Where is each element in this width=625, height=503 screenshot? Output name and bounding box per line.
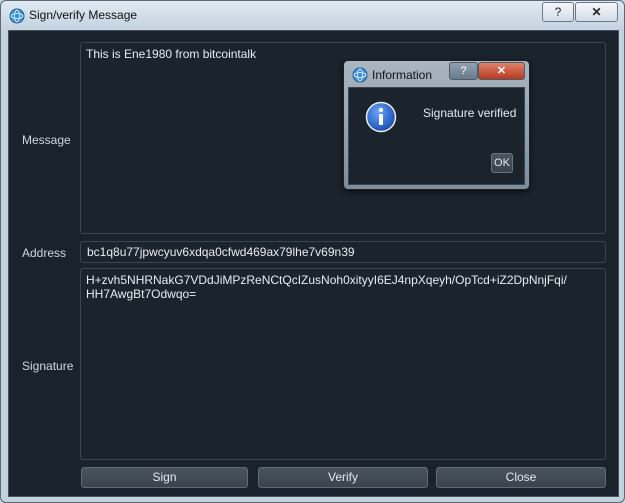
info-icon bbox=[365, 101, 397, 133]
address-field[interactable]: bc1q8u77jpwcyuv6xdqa0cfwd469ax79lhe7v69n… bbox=[80, 241, 606, 263]
sign-verify-window: Sign/verify Message ? ✕ Message This is … bbox=[0, 0, 625, 503]
help-button[interactable]: ? bbox=[542, 2, 574, 22]
dialog-close-button[interactable]: ✕ bbox=[478, 62, 525, 80]
window-title: Sign/verify Message bbox=[29, 8, 138, 22]
address-label: Address bbox=[22, 246, 67, 260]
dialog-body: Signature verified OK bbox=[348, 87, 525, 185]
app-logo-icon bbox=[9, 8, 25, 24]
close-button[interactable]: Close bbox=[436, 467, 606, 488]
title-bar[interactable]: Sign/verify Message ? ✕ bbox=[1, 1, 624, 29]
sign-button[interactable]: Sign bbox=[81, 467, 248, 488]
ok-button[interactable]: OK bbox=[491, 153, 513, 173]
window-close-button[interactable]: ✕ bbox=[575, 2, 618, 22]
message-label: Message bbox=[22, 133, 71, 147]
dialog-message: Signature verified bbox=[423, 106, 517, 120]
signature-field[interactable]: H+zvh5NHRNakG7VDdJiMPzReNCtQcIZusNoh0xit… bbox=[80, 268, 606, 460]
dialog-help-button[interactable]: ? bbox=[449, 62, 478, 80]
dialog-title: Information bbox=[372, 68, 433, 82]
signature-label: Signature bbox=[22, 359, 74, 373]
information-dialog: Information ? ✕ Signature verified OK bbox=[343, 60, 530, 190]
verify-button[interactable]: Verify bbox=[258, 467, 428, 488]
app-logo-icon bbox=[352, 67, 368, 83]
